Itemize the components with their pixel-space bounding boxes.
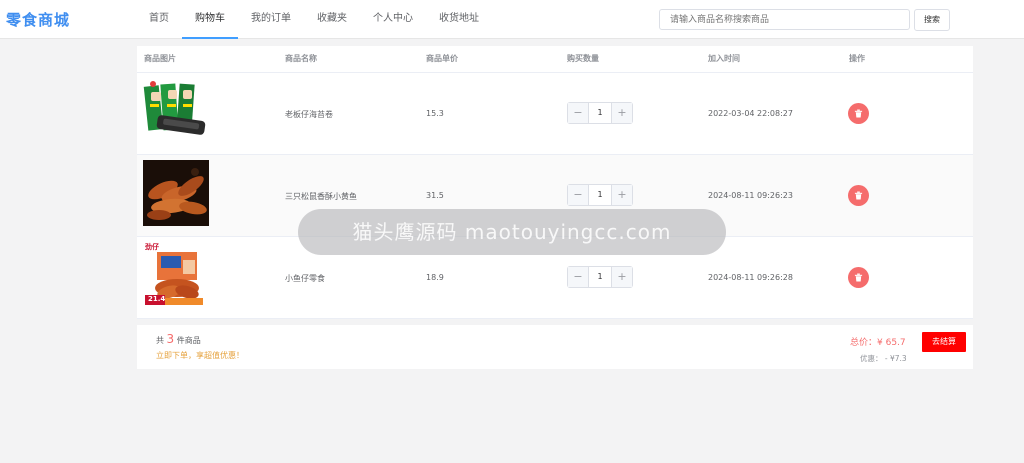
nav-cart[interactable]: 购物车 (182, 0, 238, 39)
product-name[interactable]: 老板仔海苔卷 (285, 109, 333, 120)
quantity-stepper: − 1 + (567, 184, 633, 206)
increase-button[interactable]: + (611, 267, 632, 287)
nav-home[interactable]: 首页 (136, 0, 182, 39)
increase-button[interactable]: + (611, 103, 632, 123)
trash-icon (854, 273, 863, 282)
product-price: 15.3 (426, 109, 444, 118)
search-input[interactable] (659, 9, 910, 30)
added-time: 2024-08-11 09:26:28 (708, 273, 793, 282)
col-actions: 操作 (849, 54, 865, 63)
nav-address[interactable]: 收货地址 (426, 0, 492, 39)
image-price-badge: 21.4 (148, 295, 166, 303)
promo-text: 立即下单，享超值优惠！ (156, 351, 244, 360)
decrease-button[interactable]: − (568, 185, 589, 205)
seaweed-roll-image (143, 78, 209, 144)
quantity-stepper: − 1 + (567, 266, 633, 288)
count-suffix: 件商品 (176, 336, 201, 345)
cart-summary: 共 3 件商品 立即下单，享超值优惠！ 总价：¥ 65.7 优惠： - ¥7.3… (137, 325, 973, 369)
discount-text: 优惠： - ¥7.3 (860, 354, 907, 363)
quantity-value[interactable]: 1 (589, 185, 611, 205)
main-nav: 首页 购物车 我的订单 收藏夹 个人中心 收货地址 (136, 0, 492, 39)
watermark-overlay: 猫头鹰源码 maotouyingcc.com (298, 209, 726, 255)
image-brand-label: 劲仔 (145, 243, 159, 251)
search-button[interactable]: 搜索 (914, 9, 950, 31)
col-price: 商品单价 (426, 54, 458, 63)
nav-orders[interactable]: 我的订单 (238, 0, 304, 39)
trash-icon (854, 109, 863, 118)
count-prefix: 共 (156, 336, 164, 345)
checkout-button[interactable]: 去结算 (922, 332, 966, 352)
nav-profile[interactable]: 个人中心 (360, 0, 426, 39)
quantity-stepper: − 1 + (567, 102, 633, 124)
delete-button[interactable] (848, 103, 869, 124)
col-name: 商品名称 (285, 54, 317, 63)
decrease-button[interactable]: − (568, 267, 589, 287)
increase-button[interactable]: + (611, 185, 632, 205)
product-price: 18.9 (426, 273, 444, 282)
col-added: 加入时间 (708, 54, 740, 63)
col-quantity: 购买数量 (567, 54, 599, 63)
delete-button[interactable] (848, 267, 869, 288)
site-logo[interactable]: 零食商城 (6, 9, 70, 30)
delete-button[interactable] (848, 185, 869, 206)
small-fish-snack-image: 劲仔 21.4 (143, 242, 209, 308)
total-value: ¥ 65.7 (877, 338, 906, 348)
count-number: 3 (166, 332, 175, 346)
added-time: 2022-03-04 22:08:27 (708, 109, 793, 118)
table-header: 商品图片 商品名称 商品单价 购买数量 加入时间 操作 (137, 46, 973, 73)
crispy-fish-image (143, 160, 209, 226)
top-header: 零食商城 首页 购物车 我的订单 收藏夹 个人中心 收货地址 搜索 (0, 0, 1024, 39)
total-label: 总价： (850, 338, 878, 348)
quantity-value[interactable]: 1 (589, 103, 611, 123)
product-name[interactable]: 三只松鼠香酥小黄鱼 (285, 191, 357, 202)
item-count: 共 3 件商品 (156, 332, 201, 346)
total-price: 总价：¥ 65.7 (850, 335, 906, 348)
table-row: 老板仔海苔卷 15.3 − 1 + 2022-03-04 22:08:27 (137, 73, 973, 155)
added-time: 2024-08-11 09:26:23 (708, 191, 793, 200)
trash-icon (854, 191, 863, 200)
cart-table: 商品图片 商品名称 商品单价 购买数量 加入时间 操作 老板仔海苔卷 15.3 … (137, 46, 973, 319)
quantity-value[interactable]: 1 (589, 267, 611, 287)
decrease-button[interactable]: − (568, 103, 589, 123)
product-price: 31.5 (426, 191, 444, 200)
nav-favorites[interactable]: 收藏夹 (304, 0, 360, 39)
product-name[interactable]: 小鱼仔零食 (285, 273, 325, 284)
col-image: 商品图片 (144, 54, 176, 63)
